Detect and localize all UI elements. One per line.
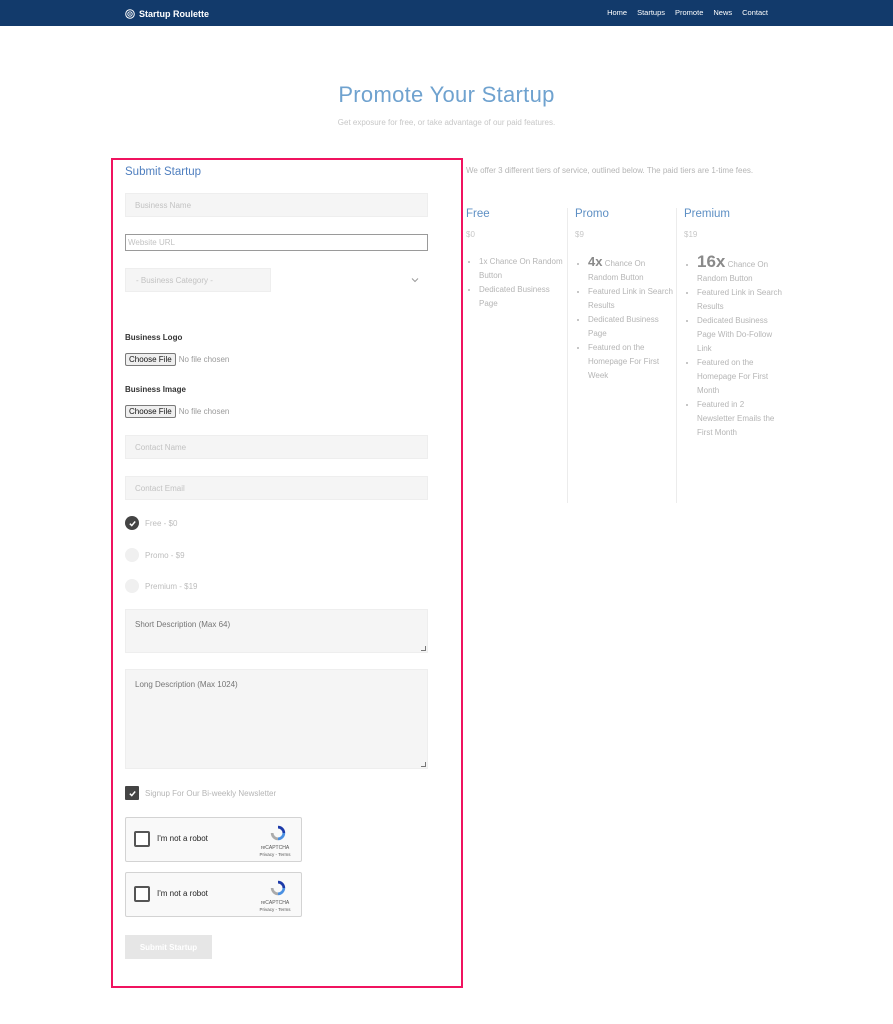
tiers-intro: We offer 3 different tiers of service, o…: [466, 166, 754, 175]
recaptcha-brand: reCAPTCHA: [260, 900, 290, 906]
recaptcha-widget: I'm not a robot reCAPTCHA Privacy - Term…: [125, 872, 302, 917]
plan-divider: [567, 208, 568, 503]
plan-name: Promo: [575, 208, 609, 220]
recaptcha-label: I'm not a robot: [157, 834, 208, 843]
plan-features: 1x Chance On Random Button Dedicated Bus…: [466, 255, 566, 311]
plan-feature: 16x Chance On Random Button: [697, 252, 784, 286]
plan-features: 4x Chance On Random Button Featured Link…: [575, 255, 675, 383]
long-description-input[interactable]: [125, 669, 428, 769]
recaptcha-terms[interactable]: Privacy - Terms: [257, 852, 293, 857]
plan-name: Premium: [684, 208, 731, 220]
plan-price: $9: [575, 230, 584, 239]
website-url-input[interactable]: [125, 234, 428, 251]
plan-feature: Featured on the Homepage For First Week: [588, 341, 675, 383]
plan-name: Free: [466, 208, 490, 220]
business-name-input[interactable]: [125, 193, 428, 217]
nav-links: Home Startups Promote News Contact: [607, 8, 768, 17]
recaptcha-checkbox[interactable]: [134, 886, 150, 902]
logo-file-status: No file chosen: [178, 355, 230, 364]
recaptcha-brand: reCAPTCHA: [260, 845, 290, 851]
chevron-down-icon: [411, 278, 419, 283]
business-image-file: Choose File No file chosen: [125, 405, 229, 418]
resize-grip-icon[interactable]: [421, 646, 426, 651]
roulette-logo-icon: [125, 8, 135, 19]
plan-feature: Dedicated Business Page With Do-Follow L…: [697, 314, 784, 356]
tier-radio-label: Promo - $9: [145, 550, 185, 560]
plan-feature: Dedicated Business Page: [479, 283, 566, 311]
nav-promote[interactable]: Promote: [675, 8, 703, 17]
plan-promo: Promo $9 4x Chance On Random Button Feat…: [575, 208, 675, 383]
newsletter-checkbox[interactable]: Signup For Our Bi-weekly Newsletter: [125, 786, 276, 800]
business-logo-label: Business Logo: [125, 333, 183, 342]
plan-feature: Featured Link in Search Results: [588, 285, 675, 313]
plan-feature: Featured Link in Search Results: [697, 286, 784, 314]
plan-price: $0: [466, 230, 475, 239]
nav-news[interactable]: News: [713, 8, 732, 17]
recaptcha-terms[interactable]: Privacy - Terms: [257, 907, 293, 912]
brand-name: Startup Roulette: [139, 8, 210, 19]
image-file-status: No file chosen: [178, 407, 230, 416]
nav-home[interactable]: Home: [607, 8, 627, 17]
nav-contact[interactable]: Contact: [742, 8, 768, 17]
resize-grip-icon[interactable]: [421, 762, 426, 767]
category-placeholder: - Business Category -: [125, 268, 271, 292]
form-title: Submit Startup: [125, 166, 202, 178]
business-image-label: Business Image: [125, 385, 186, 394]
nav-startups[interactable]: Startups: [637, 8, 665, 17]
contact-email-input[interactable]: [125, 476, 428, 500]
plan-feature: 4x Chance On Random Button: [588, 255, 675, 285]
page-title: Promote Your Startup: [338, 82, 555, 107]
plan-feature: 1x Chance On Random Button: [479, 255, 566, 283]
plan-feature: Featured on the Homepage For First Month: [697, 356, 784, 398]
radio-unchecked-icon: [125, 579, 139, 593]
newsletter-label: Signup For Our Bi-weekly Newsletter: [145, 788, 277, 798]
recaptcha-widget: I'm not a robot reCAPTCHA Privacy - Term…: [125, 817, 302, 862]
short-description-input[interactable]: [125, 609, 428, 653]
page-subtitle: Get exposure for free, or take advantage…: [337, 118, 556, 127]
brand-link[interactable]: Startup Roulette: [125, 7, 209, 20]
chance-multiplier: 4x: [588, 254, 603, 269]
radio-checked-icon: [125, 516, 139, 530]
chance-multiplier: 16x: [697, 252, 726, 271]
tier-radio-premium[interactable]: Premium - $19: [125, 579, 197, 593]
tier-radio-promo[interactable]: Promo - $9: [125, 548, 185, 562]
choose-image-button[interactable]: Choose File: [125, 405, 176, 418]
recaptcha-logo-icon: [270, 880, 286, 896]
plan-feature: Dedicated Business Page: [588, 313, 675, 341]
submit-startup-button[interactable]: Submit Startup: [125, 935, 212, 959]
plan-features: 16x Chance On Random Button Featured Lin…: [684, 252, 784, 440]
recaptcha-logo-icon: [270, 825, 286, 841]
checkmark-icon: [125, 786, 139, 800]
tier-radio-label: Premium - $19: [145, 581, 198, 591]
plan-feature: Featured in 2 Newsletter Emails the Firs…: [697, 398, 784, 440]
tier-radio-label: Free - $0: [145, 518, 178, 528]
plan-premium: Premium $19 16x Chance On Random Button …: [684, 208, 784, 440]
business-category-select[interactable]: - Business Category -: [125, 268, 428, 292]
recaptcha-label: I'm not a robot: [157, 889, 208, 898]
tier-radio-free[interactable]: Free - $0: [125, 516, 177, 530]
contact-name-input[interactable]: [125, 435, 428, 459]
plan-price: $19: [684, 230, 698, 239]
navbar: Startup Roulette Home Startups Promote N…: [0, 0, 893, 26]
business-logo-file: Choose File No file chosen: [125, 353, 229, 366]
plan-free: Free $0 1x Chance On Random Button Dedic…: [466, 208, 566, 311]
radio-unchecked-icon: [125, 548, 139, 562]
plan-divider: [676, 208, 677, 503]
choose-logo-button[interactable]: Choose File: [125, 353, 176, 366]
recaptcha-checkbox[interactable]: [134, 831, 150, 847]
